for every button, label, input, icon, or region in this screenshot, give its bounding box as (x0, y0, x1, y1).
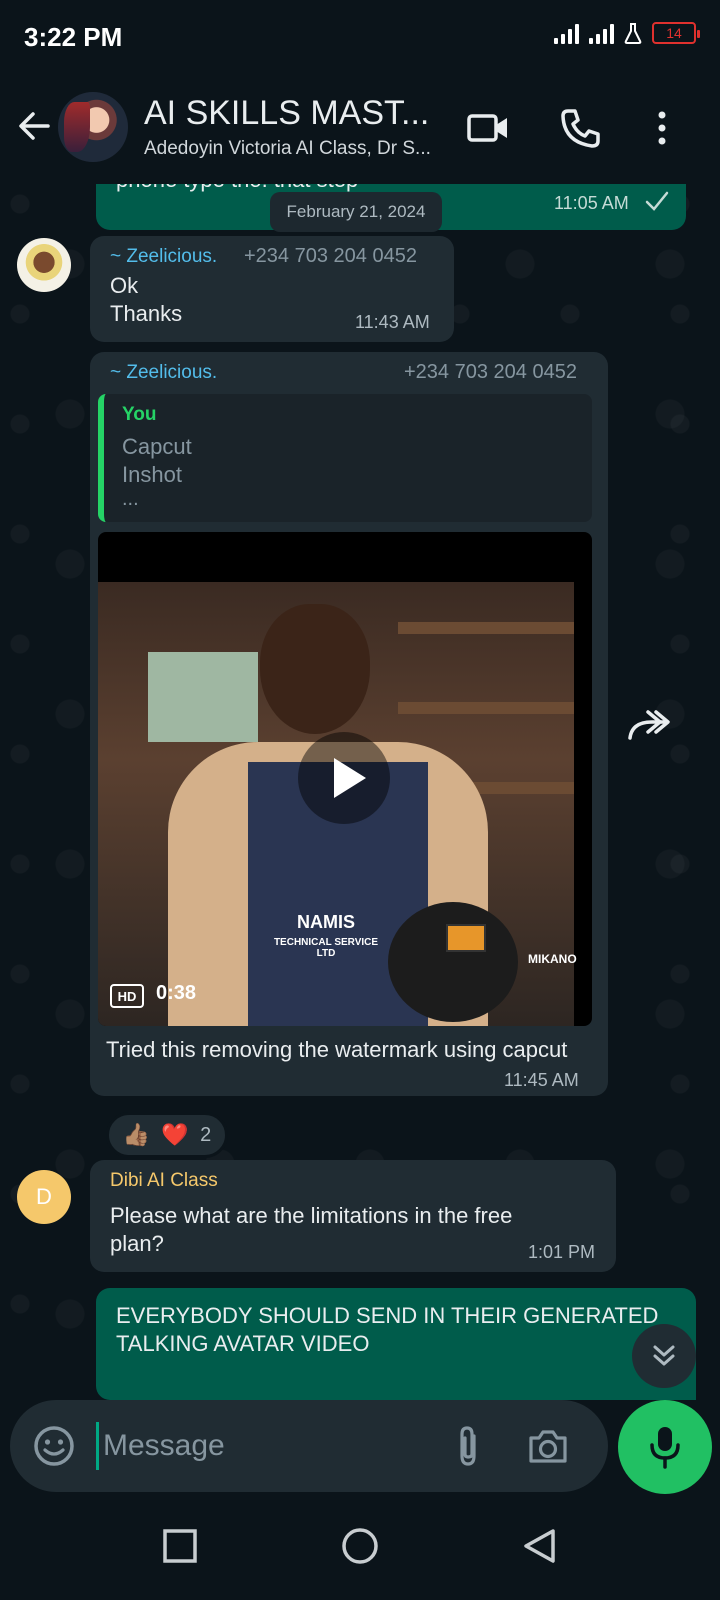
quote-line: ... (122, 488, 139, 510)
date-chip: February 21, 2024 (270, 192, 442, 232)
flask-icon (624, 23, 642, 44)
recents-square-icon[interactable] (160, 1526, 200, 1566)
chat-header: AI SKILLS MAST... Adedoyin Victoria AI C… (0, 72, 720, 184)
sender-phone: +234 703 204 0452 (244, 245, 417, 267)
camera-icon[interactable] (526, 1424, 570, 1468)
message-caption: Tried this removing the watermark using … (106, 1037, 568, 1062)
group-avatar[interactable] (58, 92, 128, 162)
message-text: Ok (110, 273, 139, 298)
battery-level: 14 (666, 25, 682, 41)
shelf (398, 702, 574, 714)
video-call-icon[interactable] (466, 106, 510, 150)
reaction-count: 2 (200, 1123, 212, 1146)
quote-line: Inshot (122, 462, 182, 487)
status-time: 3:22 PM (24, 22, 123, 52)
sender-name[interactable]: Dibi AI Class (110, 1170, 218, 1192)
chat-area[interactable]: phone type tho. that step 11:05 AM Febru… (0, 184, 720, 1400)
status-bar: 3:22 PM 14 (0, 0, 720, 72)
message-time: 11:05 AM (554, 193, 629, 213)
video-thumbnail[interactable]: NAMIS TECHNICAL SERVICE LTD MIKANO HD 0:… (98, 532, 592, 1026)
chevron-down-icon (653, 1345, 675, 1366)
message-text: TALKING AVATAR VIDEO (116, 1331, 370, 1356)
mic-button[interactable] (618, 1400, 712, 1494)
message-incoming[interactable]: ~ Zeelicious. +234 703 204 0452 Ok Thank… (90, 236, 454, 342)
message-input-container[interactable] (10, 1400, 608, 1492)
message-text: plan? (110, 1231, 164, 1256)
avatar[interactable] (17, 238, 71, 292)
group-title[interactable]: AI SKILLS MAST... (144, 94, 434, 133)
sender-name[interactable]: ~ Zeelicious. (110, 362, 217, 384)
home-circle-icon[interactable] (340, 1526, 380, 1566)
message-text: EVERYBODY SHOULD SEND IN THEIR GENERATED (116, 1303, 659, 1328)
reactions-bar[interactable]: 👍🏽 ❤️ 2 (106, 1112, 228, 1158)
system-navbar (0, 1496, 720, 1600)
sender-phone: +234 703 204 0452 (404, 361, 577, 383)
message-composer (0, 1400, 720, 1496)
sent-check-icon (645, 191, 669, 211)
avatar[interactable]: D (17, 1170, 71, 1224)
message-text: Thanks (110, 301, 183, 326)
shirt-label: NAMIS TECHNICAL SERVICE LTD (266, 912, 386, 959)
more-vert-icon[interactable] (640, 106, 684, 150)
side-text: MIKANO (528, 952, 577, 966)
heart-reaction: ❤️ (161, 1122, 189, 1147)
video-duration: 0:38 (156, 982, 197, 1004)
forward-icon[interactable] (626, 704, 672, 744)
thumbs-up-reaction: 👍🏽 (122, 1122, 151, 1147)
quote-line: Capcut (122, 434, 192, 459)
quoted-message[interactable]: You Capcut Inshot ... (98, 394, 592, 522)
shelf (398, 622, 574, 634)
signal-icon (554, 22, 579, 44)
back-triangle-icon[interactable] (520, 1526, 560, 1566)
phone-icon[interactable] (558, 106, 602, 150)
message-time: 11:45 AM (504, 1070, 579, 1090)
message-input[interactable] (96, 1422, 436, 1470)
person-head (260, 604, 370, 734)
back-arrow-icon[interactable] (16, 108, 52, 144)
shirt-subtitle: TECHNICAL SERVICE LTD (273, 937, 379, 959)
signal-icon (589, 22, 614, 44)
message-incoming[interactable]: Dibi AI Class Please what are the limita… (90, 1160, 616, 1272)
group-members[interactable]: Adedoyin Victoria AI Class, Dr S... (144, 138, 444, 160)
shirt-brand: NAMIS (297, 912, 355, 932)
status-icons: 14 (554, 22, 700, 44)
quote-author: You (122, 404, 157, 425)
battery-icon: 14 (652, 22, 700, 44)
attach-icon[interactable] (448, 1424, 488, 1468)
emoji-icon[interactable] (32, 1424, 76, 1468)
window (148, 652, 258, 742)
message-time: 11:43 AM (355, 312, 430, 332)
mic-icon (650, 1427, 680, 1469)
hd-badge: HD (110, 984, 144, 1008)
message-time: 1:01 PM (528, 1242, 596, 1262)
sender-name[interactable]: ~ Zeelicious. (110, 246, 217, 268)
welding-helmet (388, 902, 518, 1022)
message-outgoing[interactable]: EVERYBODY SHOULD SEND IN THEIR GENERATED… (96, 1288, 696, 1400)
message-text: Please what are the limitations in the f… (110, 1203, 513, 1228)
play-icon[interactable] (298, 732, 390, 824)
scroll-down-button[interactable] (632, 1324, 696, 1388)
